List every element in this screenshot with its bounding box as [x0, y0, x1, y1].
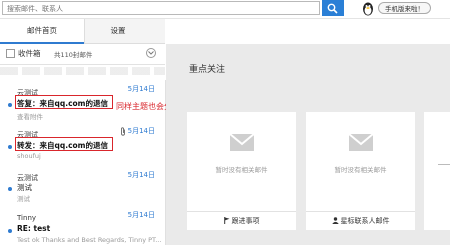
tab-mail-home[interactable]: 邮件首页 — [0, 19, 85, 44]
mail-preview: 测试 — [17, 195, 30, 203]
annotation-highlight-box — [15, 95, 113, 109]
top-bar: 手机版来啦！ — [0, 0, 450, 19]
search-box[interactable] — [2, 1, 320, 15]
qq-penguin-icon — [363, 2, 373, 16]
tab-bar: 邮件首页 设置 — [0, 19, 165, 44]
mail-preview: 查看附件 — [17, 113, 43, 121]
flag-icon — [223, 217, 229, 224]
list-header: 收件箱 共110封邮件 — [0, 44, 165, 65]
envelope-icon — [349, 134, 373, 151]
panel-title: 重点关注 — [189, 65, 226, 75]
empty-state-text: 暂时没有相关邮件 — [334, 166, 387, 174]
starred-contacts-button[interactable]: 星标联系人邮件 — [306, 211, 415, 230]
select-all-checkbox[interactable] — [6, 49, 15, 58]
focus-panel: 重点关注 暂时没有相关邮件 跟进事项 暂时没有相关邮件 星标联系人邮件 — [166, 44, 450, 245]
follow-up-card[interactable]: 暂时没有相关邮件 跟进事项 — [187, 112, 296, 230]
search-button[interactable] — [322, 0, 344, 16]
mail-date: 5月14日 — [127, 211, 155, 219]
follow-up-label: 跟进事项 — [231, 217, 260, 225]
mail-subject: RE: test — [17, 224, 51, 233]
mobile-version-button[interactable]: 手机版来啦！ — [378, 2, 431, 14]
mail-item[interactable]: Tinny 5月14日 RE: test Test ok Thanks and … — [0, 206, 165, 245]
unread-dot — [8, 145, 12, 149]
mail-date: 5月14日 — [127, 127, 155, 135]
mail-subject: 测试 — [17, 183, 32, 192]
search-input[interactable] — [7, 3, 307, 14]
follow-up-button[interactable]: 跟进事项 — [187, 211, 296, 230]
list-options-button[interactable] — [146, 48, 156, 58]
mail-date: 5月14日 — [127, 85, 155, 93]
folder-name[interactable]: 收件箱 — [18, 48, 41, 59]
unread-dot — [8, 103, 12, 107]
annotation-highlight-box — [15, 137, 113, 151]
faded-list-row — [0, 65, 165, 79]
starred-contacts-card[interactable]: 暂时没有相关邮件 星标联系人邮件 — [306, 112, 415, 230]
unread-dot — [8, 187, 12, 191]
faded-row-placeholder — [0, 67, 165, 75]
next-card-partial[interactable] — [424, 112, 450, 230]
mail-item[interactable]: 云测试 5月14日 测试 测试 — [0, 166, 165, 206]
tab-settings[interactable]: 设置 — [84, 19, 152, 43]
mail-count: 共110封邮件 — [54, 51, 93, 59]
unread-dot — [8, 229, 12, 233]
starred-contacts-label: 星标联系人邮件 — [340, 217, 390, 225]
search-icon — [327, 3, 338, 14]
empty-state-text: 暂时没有相关邮件 — [215, 166, 268, 174]
mail-preview: Test ok Thanks and Best Regards, Tinny P… — [17, 236, 162, 244]
person-icon — [331, 217, 339, 224]
paperclip-icon — [121, 127, 125, 136]
envelope-icon — [230, 134, 254, 151]
mail-sender: Tinny — [17, 214, 37, 222]
mail-date: 5月14日 — [127, 171, 155, 179]
partial-card-mark — [438, 164, 450, 165]
chevron-down-icon — [148, 51, 154, 55]
mail-preview: shoufuj — [17, 152, 41, 160]
